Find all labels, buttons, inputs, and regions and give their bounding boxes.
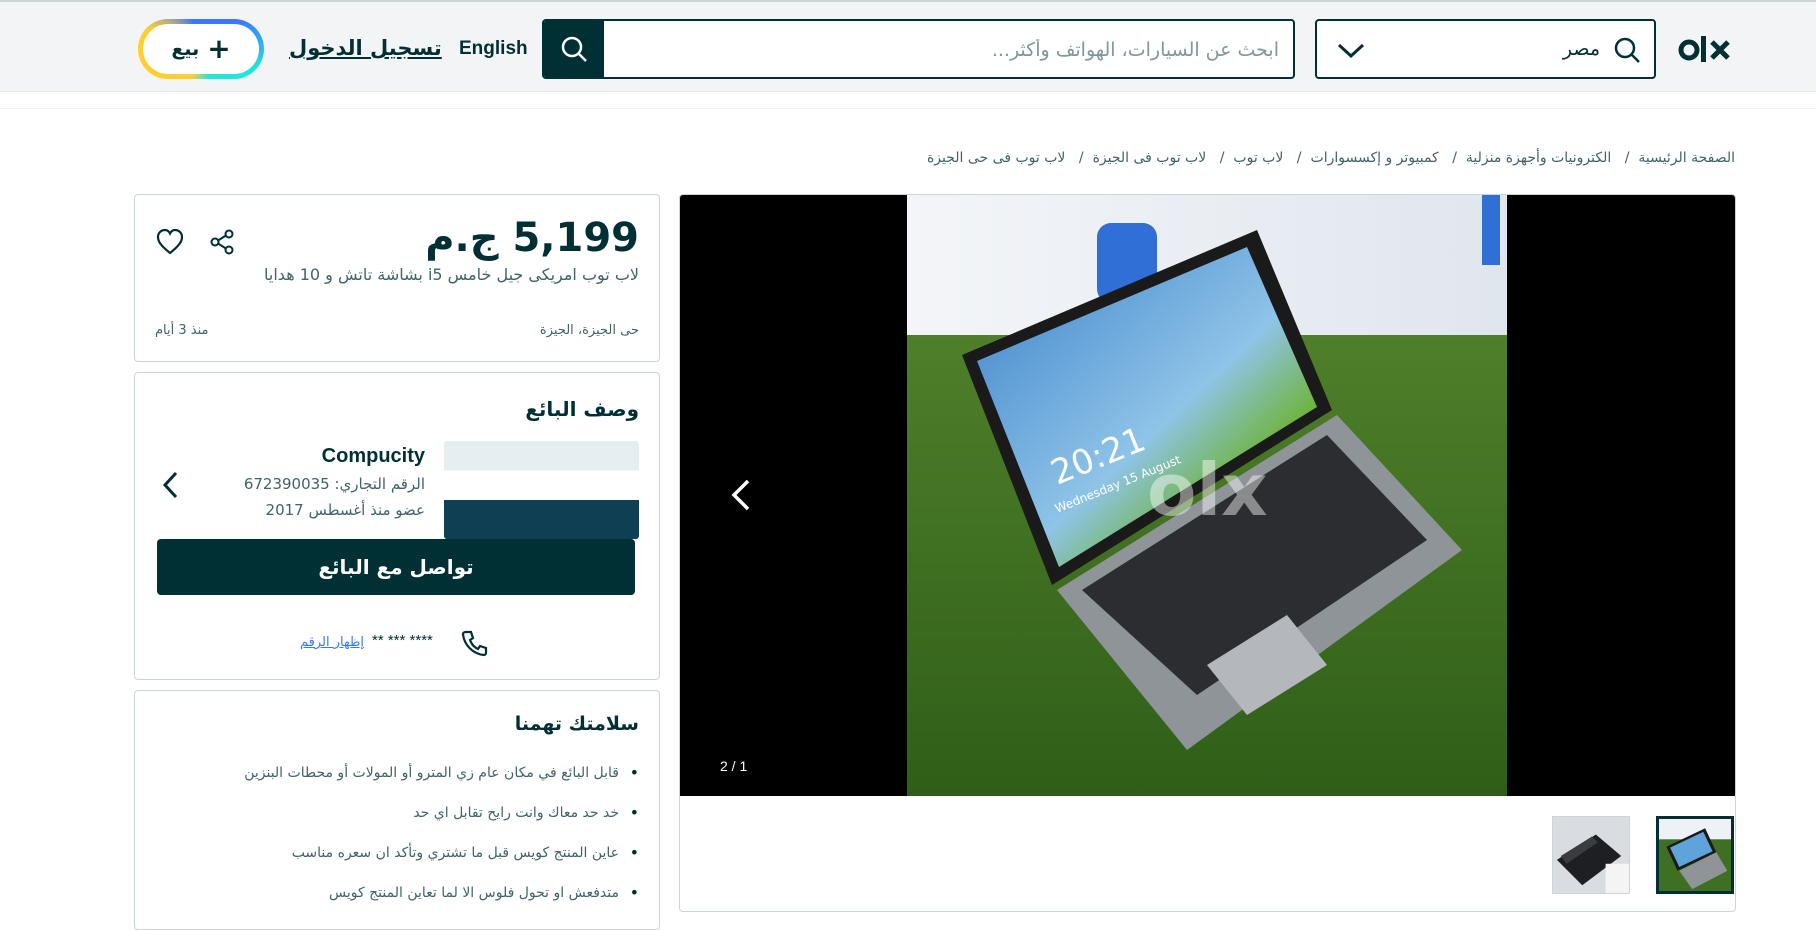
breadcrumb-computers[interactable]: كمبيوتر و إكسسوارات	[1311, 150, 1439, 166]
seller-member-since: عضو منذ أغسطس 2017	[265, 501, 425, 519]
location-value: مصر	[1562, 38, 1600, 60]
sell-label: بيع	[171, 38, 200, 60]
language-toggle[interactable]: English	[459, 38, 528, 60]
contact-seller-button[interactable]: تواصل مع البائع	[157, 539, 635, 595]
login-link[interactable]: تسجيل الدخول	[289, 36, 442, 60]
laptop-thumbnail-image	[1659, 819, 1731, 891]
show-number-link[interactable]: إظهار الرقم	[300, 635, 364, 650]
image-gallery: 20:21 Wednesday 15 August olx 2 / 1	[679, 194, 1736, 912]
breadcrumb-laptops[interactable]: لاب توب	[1233, 150, 1283, 166]
breadcrumb-laptops-giza[interactable]: لاب توب فى الجيزة	[1093, 150, 1207, 166]
price: 5,199 ج.م	[425, 215, 639, 261]
price-card: 5,199 ج.م لاب توب امريكى جيل خامس i5 بشا…	[134, 194, 660, 362]
search-button[interactable]	[544, 21, 604, 77]
breadcrumb-laptops-giza-district[interactable]: لاب توب فى حى الجيزة	[927, 150, 1065, 166]
seller-card: وصف البائع Compucity الرقم التجاري: 6723…	[134, 372, 660, 680]
seller-avatar[interactable]	[444, 441, 639, 539]
top-header: مصر English تسجيل الدخول بيع +	[0, 0, 1816, 91]
chevron-left-icon[interactable]	[726, 477, 754, 513]
safety-tip: متدفعش او تحول فلوس الا لما تعاين المنتج…	[159, 883, 639, 923]
phone-icon	[461, 630, 488, 657]
plus-icon: +	[207, 32, 231, 65]
sell-button[interactable]: بيع +	[138, 19, 264, 79]
search-icon	[561, 36, 587, 62]
safety-tip: خد حد معاك وانت رايح تقابل اي حد	[159, 803, 639, 843]
safety-tips: قابل البائع في مكان عام زي المترو أو الم…	[159, 763, 639, 923]
seller-name[interactable]: Compucity	[322, 445, 425, 468]
masked-phone: ** *** ****	[372, 632, 433, 649]
breadcrumb-electronics[interactable]: الكترونيات وأجهزة منزلية	[1466, 150, 1611, 166]
header-divider	[0, 91, 1816, 109]
search-input[interactable]	[639, 33, 1279, 67]
posted-date: منذ 3 أيام	[155, 323, 209, 338]
share-icon[interactable]	[207, 227, 237, 257]
gallery-stage[interactable]: 20:21 Wednesday 15 August olx 2 / 1	[680, 195, 1735, 796]
listing-location: حى الجيزة، الجيزة	[539, 323, 639, 338]
laptop-thumbnail-image	[1553, 817, 1629, 893]
chevron-left-icon[interactable]	[159, 469, 181, 501]
breadcrumb-home[interactable]: الصفحة الرئيسية	[1638, 150, 1735, 166]
location-selector[interactable]: مصر	[1315, 19, 1656, 79]
safety-tip: قابل البائع في مكان عام زي المترو أو الم…	[159, 763, 639, 803]
safety-card: سلامتك تهمنا قابل البائع في مكان عام زي …	[134, 690, 660, 930]
breadcrumb: الصفحة الرئيسية/ الكترونيات وأجهزة منزلي…	[926, 150, 1735, 166]
laptop-photo: 20:21 Wednesday 15 August olx	[907, 195, 1507, 796]
listing-title: لاب توب امريكى جيل خامس i5 بشاشة تاتش و …	[264, 265, 639, 284]
search-bar	[542, 19, 1295, 79]
seller-heading: وصف البائع	[525, 397, 639, 421]
olx-logo[interactable]	[1678, 30, 1734, 70]
safety-tip: عاين المنتج كويس قبل ما تشتري وتأكد ان س…	[159, 843, 639, 883]
thumbnail-2[interactable]	[1552, 816, 1630, 894]
image-counter: 2 / 1	[720, 758, 748, 774]
heart-icon[interactable]	[155, 227, 185, 257]
chevron-down-icon[interactable]	[1335, 35, 1367, 65]
thumbnail-1[interactable]	[1656, 816, 1734, 894]
search-icon	[1614, 37, 1640, 63]
watermark: olx	[1147, 448, 1268, 532]
seller-registration: الرقم التجاري: 672390035	[243, 475, 425, 493]
safety-heading: سلامتك تهمنا	[514, 713, 639, 735]
